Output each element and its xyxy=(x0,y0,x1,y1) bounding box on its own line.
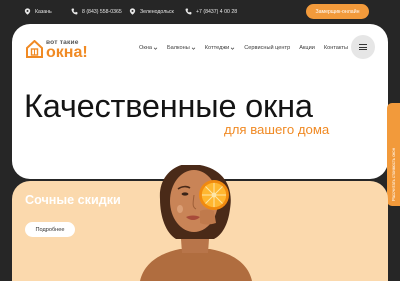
nav-item-service-center[interactable]: Сервисный центр xyxy=(244,45,290,51)
more-details-button[interactable]: Подробнее xyxy=(25,222,75,237)
nav-item-promotions[interactable]: Акции xyxy=(299,45,315,51)
calculate-cost-label: Рассчитать стоимость окон xyxy=(390,147,396,201)
phone-link-2[interactable]: +7 (8437) 4 00 28 xyxy=(185,8,237,15)
city-label-2: Зеленодольск xyxy=(140,8,174,15)
chevron-down-icon xyxy=(191,46,196,51)
nav-item-contacts[interactable]: Контакты xyxy=(324,45,348,51)
online-measurer-button[interactable]: Замерщик-онлайн xyxy=(306,4,369,19)
location-pin-icon xyxy=(24,8,31,15)
logo-text-main: окна! xyxy=(46,44,88,61)
location-pin-icon xyxy=(129,8,136,15)
city-selector[interactable]: Казань xyxy=(24,8,52,15)
phone-icon xyxy=(71,8,78,15)
phone-icon xyxy=(185,8,192,15)
logo[interactable]: вот такие окна! xyxy=(26,37,98,63)
city-link-2[interactable]: Зеленодольск xyxy=(129,8,174,15)
top-bar: Казань 8 (843) 558-0365 Зеленодольск +7 … xyxy=(0,0,400,24)
nav-item-balconies[interactable]: Балконы xyxy=(167,45,196,51)
burger-menu-icon[interactable] xyxy=(351,35,375,59)
promo-model-image xyxy=(140,165,252,281)
calculate-cost-tab[interactable]: Рассчитать стоимость окон xyxy=(387,103,400,206)
main-nav: Окна Балконы Коттеджи Сервисный центр Ак… xyxy=(139,45,348,51)
chevron-down-icon xyxy=(153,46,158,51)
phone-number-2: +7 (8437) 4 00 28 xyxy=(196,8,238,15)
hero-headline: Качественные окна xyxy=(24,88,313,124)
hero-subline: для вашего дома xyxy=(224,122,330,137)
promo-title: Сочные скидки xyxy=(25,193,121,207)
hero-card: вот такие окна! Окна Балконы Коттеджи Се… xyxy=(12,24,388,179)
phone-link-1[interactable]: 8 (843) 558-0365 xyxy=(71,8,122,15)
chevron-down-icon xyxy=(230,46,235,51)
city-label: Казань xyxy=(35,8,52,15)
phone-number-1: 8 (843) 558-0365 xyxy=(82,8,122,15)
nav-item-windows[interactable]: Окна xyxy=(139,45,158,51)
nav-item-cottages[interactable]: Коттеджи xyxy=(205,45,235,51)
house-logo-icon xyxy=(26,40,43,58)
